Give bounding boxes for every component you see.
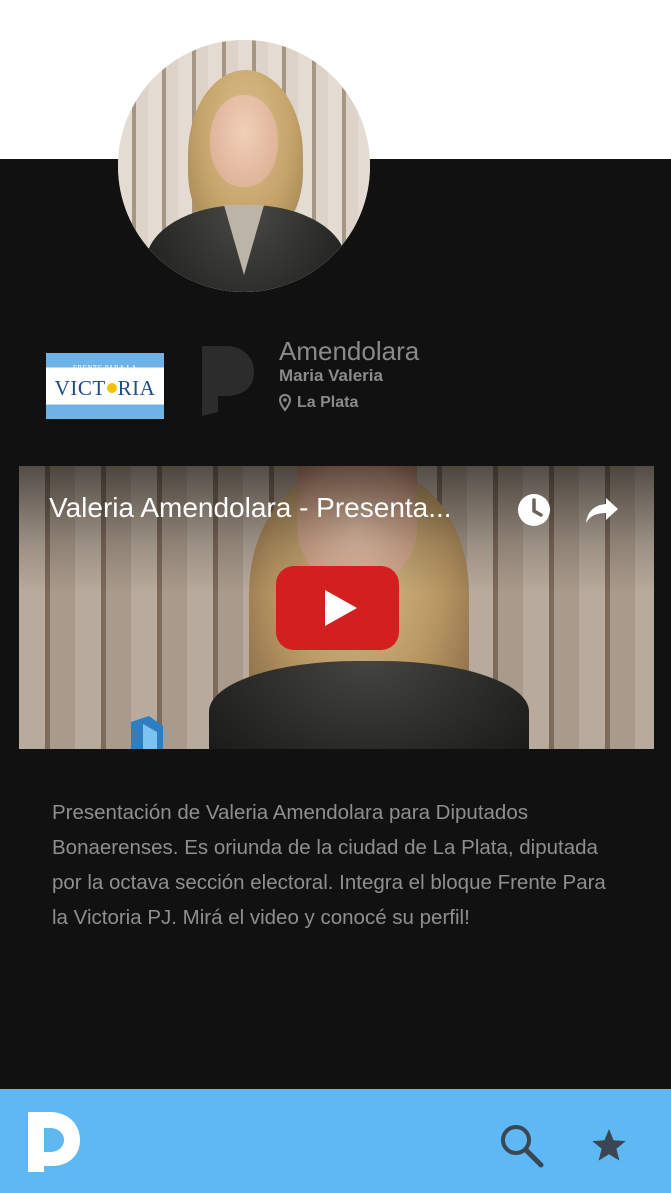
bottom-navigation-bar (0, 1089, 671, 1193)
party-logo-name: VICT RIA (55, 376, 156, 401)
profile-avatar (118, 40, 370, 292)
p-logo-icon (202, 346, 254, 416)
video-player[interactable]: Valeria Amendolara - Presenta... (19, 466, 654, 749)
share-icon[interactable] (584, 494, 620, 526)
location-label: La Plata (297, 394, 359, 411)
star-icon[interactable] (591, 1128, 627, 1162)
candidate-first-names: Maria Valeria (279, 366, 383, 385)
party-logo: FRENTE PARA LA VICT RIA (46, 353, 164, 419)
candidate-info: Amendolara Maria Valeria La Plata (279, 336, 419, 412)
search-icon[interactable] (497, 1121, 545, 1169)
sun-icon (106, 383, 117, 393)
play-icon (324, 590, 357, 626)
clock-icon[interactable] (516, 492, 552, 528)
party-logo-top-text: FRENTE PARA LA (73, 364, 137, 372)
watermark-logo-icon (131, 716, 163, 749)
app-logo-icon[interactable] (24, 1108, 82, 1172)
candidate-surname: Amendolara (279, 336, 420, 366)
party-logo-name-start: VICT (54, 375, 106, 400)
play-button[interactable] (276, 566, 399, 650)
video-title[interactable]: Valeria Amendolara - Presenta... (49, 492, 452, 524)
party-logo-name-end: RIA (117, 375, 156, 400)
map-pin-icon (279, 394, 291, 412)
candidate-location: La Plata (279, 394, 419, 412)
video-description: Presentación de Valeria Amendolara para … (52, 801, 606, 929)
avatar-face (210, 95, 278, 187)
